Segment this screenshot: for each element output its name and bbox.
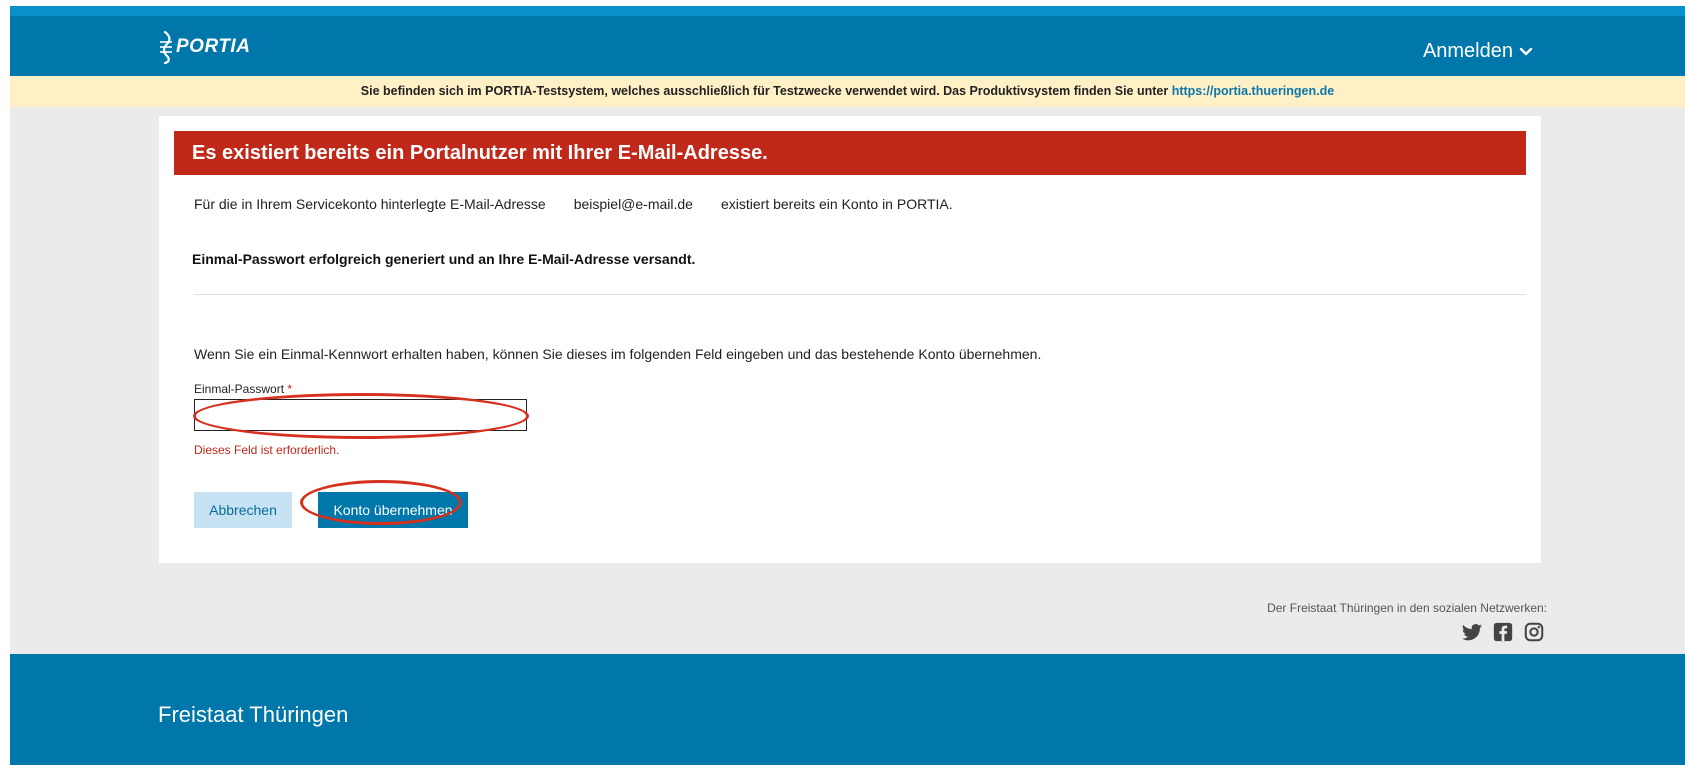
take-over-account-button[interactable]: Konto übernehmen xyxy=(318,492,468,528)
header: PORTIA Anmelden xyxy=(10,16,1685,76)
facebook-icon[interactable] xyxy=(1492,621,1514,643)
instagram-icon[interactable] xyxy=(1523,621,1545,643)
alert-title: Es existiert bereits ein Portalnutzer mi… xyxy=(192,142,768,164)
one-time-password-input[interactable] xyxy=(194,399,527,431)
divider xyxy=(194,294,1526,295)
top-accent-bar xyxy=(10,6,1685,16)
page-frame: PORTIA Anmelden Sie befinden sich im POR… xyxy=(10,6,1685,765)
chevron-down-icon xyxy=(1519,47,1533,55)
success-message: Einmal-Passwort erfolgreich generiert un… xyxy=(192,251,696,267)
notice-text: Sie befinden sich im PORTIA-Testsystem, … xyxy=(360,84,1169,98)
main-card: Es existiert bereits ein Portalnutzer mi… xyxy=(159,116,1541,563)
social-networks-text: Der Freistaat Thüringen in den sozialen … xyxy=(1267,601,1547,615)
login-menu[interactable]: Anmelden xyxy=(1423,40,1533,63)
test-system-notice: Sie befinden sich im PORTIA-Testsystem, … xyxy=(10,76,1685,107)
production-link[interactable]: https://portia.thueringen.de xyxy=(1172,84,1335,98)
logo-text: PORTIA xyxy=(176,36,251,57)
password-label: Einmal-Passwort * xyxy=(194,382,292,396)
field-error-message: Dieses Feld ist erforderlich. xyxy=(194,443,340,457)
twitter-icon[interactable] xyxy=(1461,621,1483,643)
email-value: beispiel@e-mail.de xyxy=(573,196,693,212)
login-label: Anmelden xyxy=(1422,40,1513,62)
portia-logo[interactable]: PORTIA xyxy=(157,30,251,64)
footer: Freistaat Thüringen xyxy=(10,654,1685,765)
required-marker: * xyxy=(287,382,293,396)
cancel-button[interactable]: Abbrechen xyxy=(194,492,292,528)
existing-account-text: Für die in Ihrem Servicekonto hinterlegt… xyxy=(194,196,953,212)
password-label-text: Einmal-Passwort xyxy=(194,382,285,396)
social-icons xyxy=(1461,621,1545,643)
footer-title: Freistaat Thüringen xyxy=(158,702,349,727)
line1-prefix: Für die in Ihrem Servicekonto hinterlegt… xyxy=(194,196,546,212)
portia-logo-icon xyxy=(160,30,172,64)
line1-suffix: existiert bereits ein Konto in PORTIA. xyxy=(720,196,953,212)
error-alert: Es existiert bereits ein Portalnutzer mi… xyxy=(174,131,1526,175)
instruction-text: Wenn Sie ein Einmal-Kennwort erhalten ha… xyxy=(194,346,1042,362)
